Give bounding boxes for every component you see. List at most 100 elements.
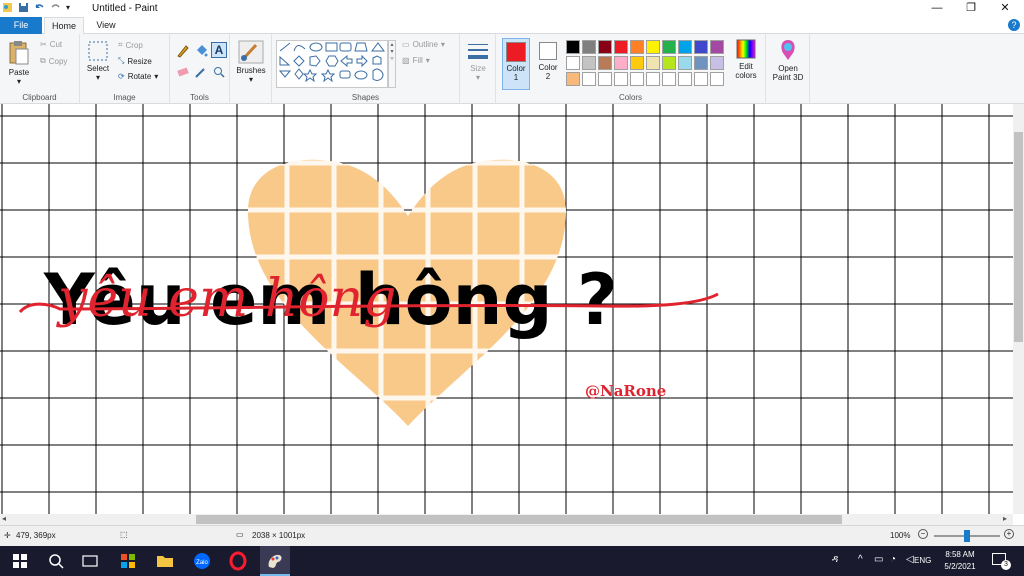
shapes-gallery[interactable]: [276, 40, 388, 88]
palette-swatch[interactable]: [646, 72, 660, 86]
palette-swatch[interactable]: [598, 56, 612, 70]
scroll-right-icon[interactable]: ▸: [1003, 514, 1007, 523]
zoom-out-button[interactable]: −: [918, 529, 928, 539]
palette-swatch[interactable]: [662, 56, 676, 70]
pencil-icon[interactable]: [176, 44, 190, 58]
palette-swatch[interactable]: [566, 72, 580, 86]
network-icon[interactable]: ◔: [890, 554, 896, 565]
redo-icon[interactable]: [50, 2, 61, 13]
rotate-button[interactable]: ⟳ Rotate ▾: [118, 72, 158, 81]
edit-colors-button[interactable]: Edit colors: [730, 38, 762, 80]
palette-swatch[interactable]: [614, 72, 628, 86]
eraser-icon[interactable]: [176, 66, 190, 78]
palette-swatch[interactable]: [582, 56, 596, 70]
help-icon[interactable]: ?: [1008, 19, 1020, 31]
palette-swatch[interactable]: [614, 40, 628, 54]
vertical-scrollbar[interactable]: [1013, 104, 1024, 514]
copy-button[interactable]: ⧉ Copy: [40, 56, 67, 66]
palette-swatch[interactable]: [630, 40, 644, 54]
language-indicator[interactable]: ENG: [914, 556, 931, 565]
scroll-left-icon[interactable]: ◂: [2, 514, 6, 523]
palette-swatch[interactable]: [630, 72, 644, 86]
horizontal-scroll-thumb[interactable]: [196, 515, 842, 524]
color-picker-icon[interactable]: [194, 66, 208, 78]
color2-button[interactable]: Color 2: [534, 38, 562, 90]
palette-swatch[interactable]: [614, 56, 628, 70]
palette-swatch[interactable]: [710, 40, 724, 54]
paste-button[interactable]: Paste ▾: [4, 40, 34, 86]
brushes-label: Brushes: [236, 66, 266, 75]
resize-label: Resize: [127, 56, 152, 66]
outline-label: Outline: [412, 40, 438, 49]
size-button[interactable]: Size ▾: [463, 40, 493, 82]
text-tool-icon[interactable]: A: [211, 42, 227, 58]
store-icon[interactable]: [118, 551, 138, 571]
shapes-gallery-icons: [278, 42, 385, 83]
palette-swatch[interactable]: [598, 40, 612, 54]
colors-group-label: Colors: [618, 93, 643, 102]
windows-start-icon[interactable]: [10, 551, 30, 571]
task-view-icon[interactable]: [80, 551, 100, 571]
tab-file[interactable]: File: [0, 17, 42, 34]
title-bar: ▾ Untitled - Paint — ❐ ✕: [0, 0, 1024, 17]
resize-button[interactable]: ⤡ Resize: [118, 56, 152, 66]
horizontal-scrollbar[interactable]: ◂ ▸: [0, 514, 1013, 525]
palette-swatch[interactable]: [646, 40, 660, 54]
brushes-group: Brushes ▾: [230, 34, 272, 104]
edit-colors-label: Edit colors: [735, 62, 757, 80]
file-explorer-icon[interactable]: [155, 551, 175, 571]
palette-swatch[interactable]: [678, 72, 692, 86]
vertical-scroll-thumb[interactable]: [1014, 132, 1023, 342]
fill-button[interactable]: ▧ Fill ▾: [402, 56, 430, 65]
palette-swatch[interactable]: [646, 56, 660, 70]
select-button[interactable]: Select ▾: [84, 40, 112, 82]
palette-swatch[interactable]: [662, 40, 676, 54]
crop-button[interactable]: ⌗ Crop: [118, 40, 143, 50]
palette-swatch[interactable]: [678, 56, 692, 70]
zoom-slider-thumb[interactable]: [964, 530, 970, 542]
palette-swatch[interactable]: [678, 40, 692, 54]
color1-button[interactable]: Color 1: [502, 38, 530, 90]
palette-swatch[interactable]: [694, 56, 708, 70]
battery-icon[interactable]: ▭: [874, 554, 883, 565]
brushes-button[interactable]: Brushes ▾: [233, 40, 269, 84]
show-hidden-icons[interactable]: ^: [858, 554, 863, 565]
shapes-scroll[interactable]: ▴ ▾ ▿: [388, 40, 396, 88]
size-group: Size ▾: [460, 34, 496, 104]
search-icon[interactable]: [46, 551, 66, 571]
zoom-in-button[interactable]: +: [1004, 529, 1014, 539]
people-icon[interactable]: ዳ: [832, 554, 838, 565]
palette-swatch[interactable]: [662, 72, 676, 86]
palette-swatch[interactable]: [694, 40, 708, 54]
palette-swatch[interactable]: [710, 72, 724, 86]
zalo-icon[interactable]: Zalo: [192, 551, 212, 571]
close-button[interactable]: ✕: [988, 0, 1022, 17]
palette-swatch[interactable]: [630, 56, 644, 70]
clock[interactable]: 8:58 AM 5/2/2021: [940, 549, 980, 573]
palette-swatch[interactable]: [566, 40, 580, 54]
cut-button[interactable]: ✂ Cut: [40, 40, 62, 49]
opera-icon[interactable]: [228, 551, 248, 571]
outline-button[interactable]: ▭ Outline ▾: [402, 40, 445, 49]
zoom-slider-track[interactable]: [934, 530, 1000, 542]
magnifier-icon[interactable]: [212, 66, 226, 78]
palette-swatch[interactable]: [710, 56, 724, 70]
paint-taskbar-button[interactable]: [260, 546, 290, 576]
save-icon[interactable]: [18, 2, 29, 13]
palette-swatch[interactable]: [566, 56, 580, 70]
copy-icon: ⧉: [40, 56, 46, 65]
palette-swatch[interactable]: [598, 72, 612, 86]
tab-view[interactable]: View: [86, 17, 126, 34]
drawing-canvas[interactable]: Yêu em hông ? yêu em hông @NaRone: [0, 104, 1024, 514]
open-paint3d-button[interactable]: Open Paint 3D: [768, 38, 808, 82]
palette-swatch[interactable]: [582, 72, 596, 86]
maximize-button[interactable]: ❐: [954, 0, 988, 17]
tab-home[interactable]: Home: [44, 17, 84, 35]
volume-icon[interactable]: ◁: [906, 554, 914, 565]
undo-icon[interactable]: [34, 2, 45, 13]
customize-qat-icon[interactable]: ▾: [66, 3, 70, 12]
fill-bucket-icon[interactable]: [194, 44, 208, 58]
palette-swatch[interactable]: [694, 72, 708, 86]
minimize-button[interactable]: —: [920, 0, 954, 17]
palette-swatch[interactable]: [582, 40, 596, 54]
